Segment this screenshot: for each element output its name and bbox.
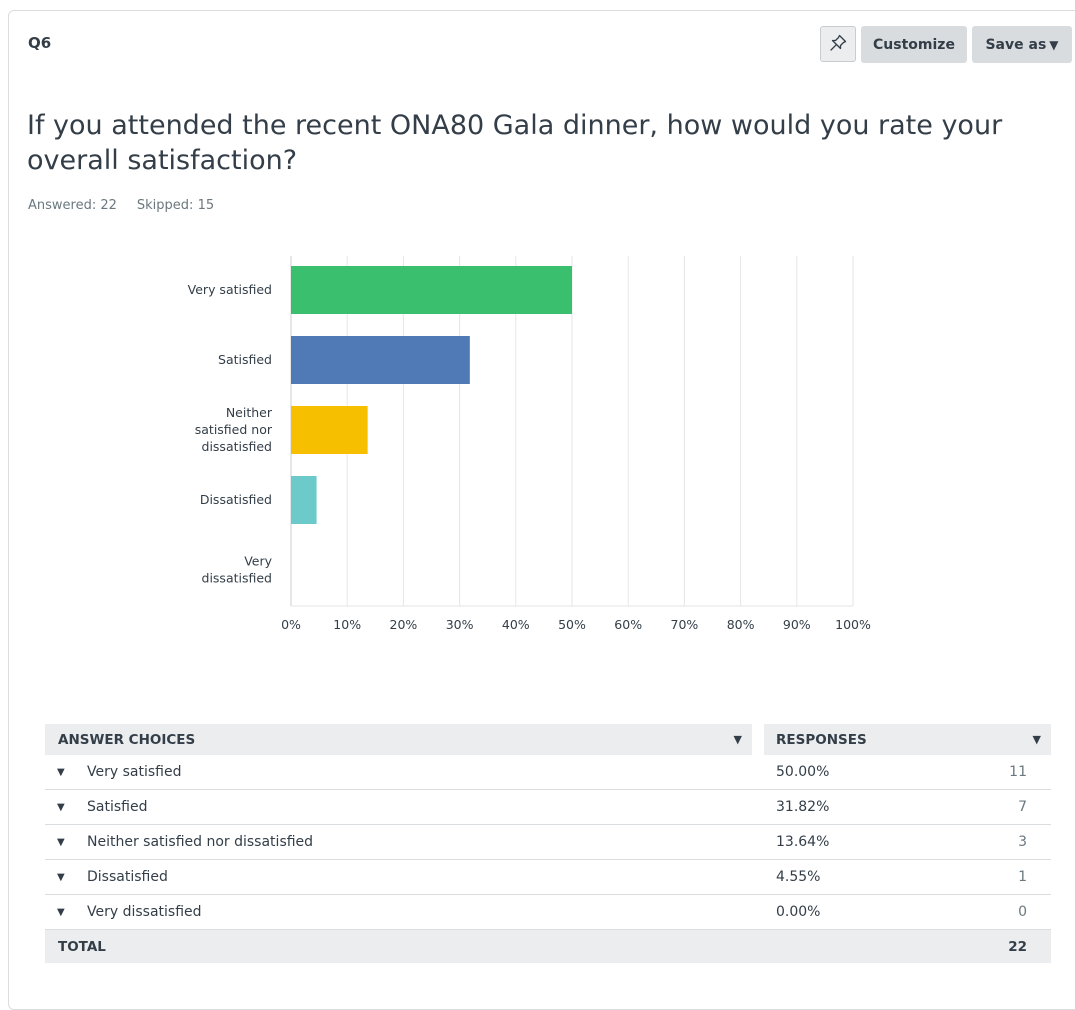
response-percent: 0.00% [764, 894, 938, 930]
row-gap [752, 859, 764, 895]
expand-caret-icon[interactable]: ▼ [57, 907, 87, 918]
save-as-label: Save as [985, 36, 1047, 53]
answer-choice-cell: ▼ Neither satisfied nor dissatisfied [45, 824, 752, 860]
category-label: dissatisfied [202, 439, 272, 454]
answer-choice-cell: ▼ Satisfied [45, 789, 752, 825]
expand-caret-icon[interactable]: ▼ [57, 802, 87, 813]
expand-caret-icon[interactable]: ▼ [57, 767, 87, 778]
table-header-row: ANSWER CHOICES ▼ RESPONSES ▼ [45, 724, 1051, 755]
x-tick-label: 90% [783, 617, 811, 632]
total-label: TOTAL [45, 929, 752, 963]
answer-choice-cell: ▼ Very satisfied [45, 755, 752, 790]
question-title: If you attended the recent ONA80 Gala di… [27, 110, 1003, 176]
response-percent: 4.55% [764, 859, 938, 895]
response-stats: Answered: 22 Skipped: 15 [28, 198, 214, 213]
row-gap [752, 894, 764, 930]
question-number: Q6 [28, 34, 52, 52]
x-tick-label: 20% [390, 617, 418, 632]
expand-caret-icon[interactable]: ▼ [57, 872, 87, 883]
x-tick-label: 40% [502, 617, 530, 632]
answer-choice-label: Satisfied [87, 799, 148, 815]
header-responses[interactable]: RESPONSES ▼ [764, 724, 1051, 755]
response-count: 3 [937, 824, 1051, 860]
table-row: ▼ Dissatisfied 4.55% 1 [45, 859, 1051, 895]
x-tick-label: 100% [835, 617, 871, 632]
x-tick-label: 50% [558, 617, 586, 632]
expand-caret-icon[interactable]: ▼ [57, 837, 87, 848]
response-percent: 13.64% [764, 824, 938, 860]
table-row: ▼ Very satisfied 50.00% 11 [45, 755, 1051, 790]
category-label: Neither [226, 405, 273, 420]
table-row: ▼ Neither satisfied nor dissatisfied 13.64… [45, 824, 1051, 860]
category-label: Satisfied [218, 352, 272, 367]
response-percent: 31.82% [764, 789, 938, 825]
header-gap [752, 724, 764, 755]
category-label: Very satisfied [188, 282, 272, 297]
caret-down-icon: ▼ [1049, 37, 1059, 52]
x-tick-label: 70% [671, 617, 699, 632]
category-label: dissatisfied [202, 571, 272, 586]
pin-icon [828, 33, 848, 56]
row-gap [752, 824, 764, 860]
total-spacer [764, 929, 938, 963]
header-answer-choices-label: ANSWER CHOICES [58, 731, 196, 748]
x-tick-label: 0% [281, 617, 301, 632]
answer-choice-label: Dissatisfied [87, 869, 168, 885]
answer-table: ANSWER CHOICES ▼ RESPONSES ▼ ▼ Very satisfi… [45, 724, 1051, 963]
sort-dropdown-icon[interactable]: ▼ [734, 733, 742, 746]
x-tick-label: 30% [446, 617, 474, 632]
x-tick-label: 10% [333, 617, 361, 632]
response-count: 11 [937, 755, 1051, 790]
response-count: 0 [937, 894, 1051, 930]
response-count: 7 [937, 789, 1051, 825]
answer-choice-label: Very satisfied [87, 764, 182, 780]
skipped-count: Skipped: 15 [136, 198, 215, 213]
answer-choice-cell: ▼ Very dissatisfied [45, 894, 752, 930]
answered-count: Answered: 22 [28, 198, 117, 213]
table-row: ▼ Very dissatisfied 0.00% 0 [45, 894, 1051, 930]
x-tick-label: 80% [727, 617, 755, 632]
bar [291, 476, 317, 524]
save-as-button[interactable]: Save as ▼ [972, 26, 1072, 63]
answer-choice-label: Neither satisfied nor dissatisfied [87, 834, 314, 850]
row-gap [752, 789, 764, 825]
answer-choice-label: Very dissatisfied [87, 904, 202, 920]
header-answer-choices[interactable]: ANSWER CHOICES ▼ [45, 724, 752, 755]
category-label: satisfied nor [195, 422, 273, 437]
row-gap [752, 755, 764, 790]
x-tick-label: 60% [614, 617, 642, 632]
bar [291, 266, 572, 314]
answer-choice-cell: ▼ Dissatisfied [45, 859, 752, 895]
sort-dropdown-icon[interactable]: ▼ [1033, 733, 1041, 746]
total-count: 22 [937, 929, 1051, 963]
header-responses-label: RESPONSES [776, 731, 867, 748]
response-count: 1 [937, 859, 1051, 895]
table-row: ▼ Satisfied 31.82% 7 [45, 789, 1051, 825]
category-label: Dissatisfied [200, 492, 272, 507]
bar [291, 406, 368, 454]
total-gap [752, 929, 764, 963]
total-row: TOTAL 22 [45, 929, 1051, 963]
bar-chart: 0% 10% 20% 30% 40% 50% 60% 70% 80% 90% 100% Very sa… [188, 256, 871, 632]
response-percent: 50.00% [764, 755, 938, 790]
customize-button[interactable]: Customize [861, 26, 967, 63]
bar [291, 336, 470, 384]
category-label: Very [244, 554, 272, 569]
pin-button[interactable] [820, 26, 856, 62]
